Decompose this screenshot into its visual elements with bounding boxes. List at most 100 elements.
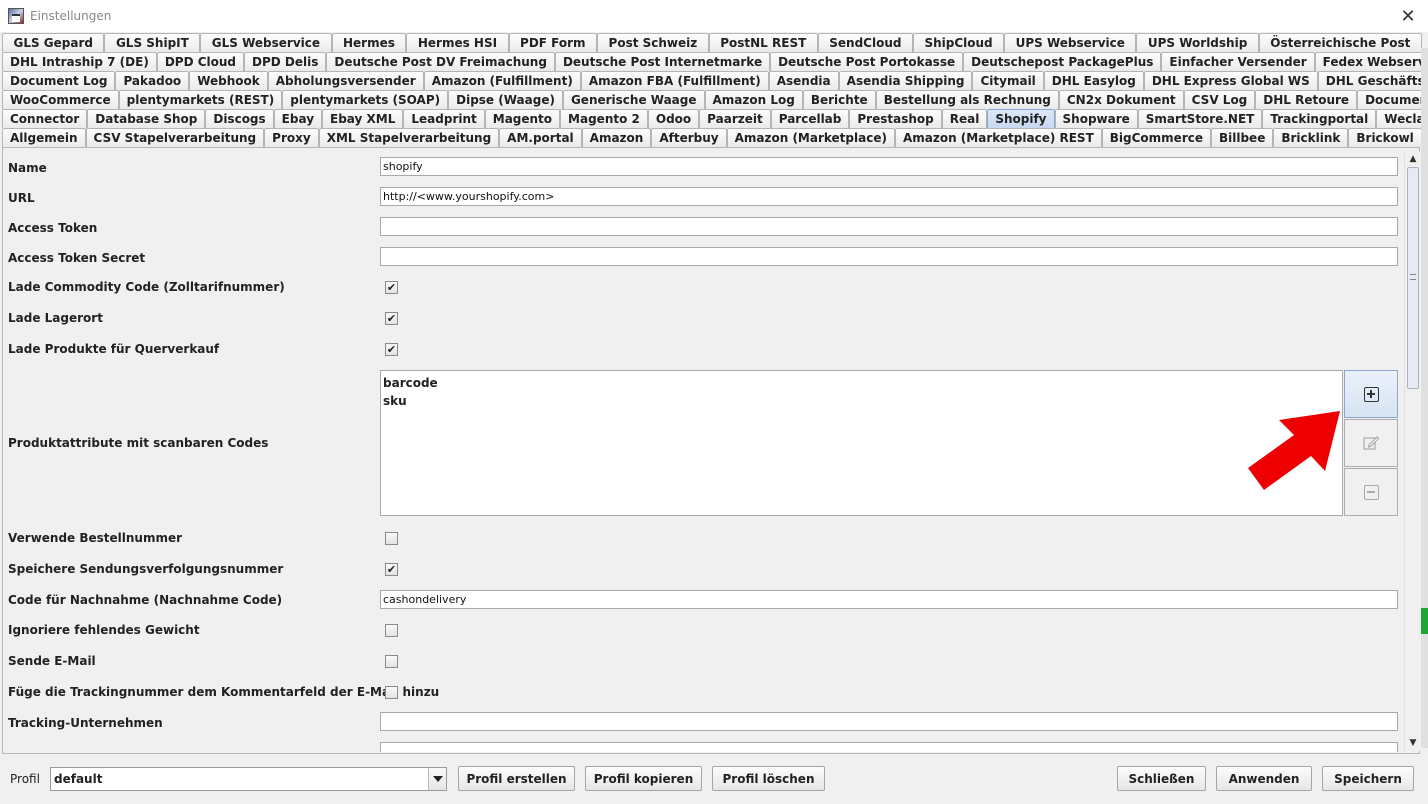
tab-dhl-easylog[interactable]: DHL Easylog [1043,71,1144,90]
tab-pdf-form[interactable]: PDF Form [508,33,598,52]
tab-csv-stapelverarbeitung[interactable]: CSV Stapelverarbeitung [85,128,265,147]
access-token-input[interactable] [380,217,1398,236]
tab-ebay-xml[interactable]: Ebay XML [322,109,404,128]
tab-fedex-webservice[interactable]: Fedex Webservice [1314,52,1422,71]
tab-amazon-fba-fulfillment[interactable]: Amazon FBA (Fulfillment) [580,71,769,90]
tab-magento[interactable]: Magento [484,109,561,128]
delete-profile-button[interactable]: Profil löschen [712,766,825,791]
tab-afterbuy[interactable]: Afterbuy [651,128,727,147]
tab-paarzeit[interactable]: Paarzeit [699,109,771,128]
tab-cn2x-dokument[interactable]: CN2x Dokument [1058,90,1184,109]
tab-allgemein[interactable]: Allgemein [2,128,86,147]
tab-einfacher-versender[interactable]: Einfacher Versender [1161,52,1315,71]
tab-generische-waage[interactable]: Generische Waage [562,90,705,109]
tab-dhl-retoure[interactable]: DHL Retoure [1255,90,1358,109]
list-item[interactable]: barcode [383,374,1340,392]
tab-dpd-delis[interactable]: DPD Delis [244,52,327,71]
tab-magento-2[interactable]: Magento 2 [560,109,648,128]
scroll-down-icon[interactable]: ▼ [1405,736,1421,750]
tab-connector[interactable]: Connector [2,109,88,128]
add-attribute-button[interactable] [1344,370,1398,418]
tab-discogs[interactable]: Discogs [205,109,274,128]
tab-shopify[interactable]: Shopify [987,109,1055,128]
tab-abholungsversender[interactable]: Abholungsversender [267,71,424,90]
tab-plentymarkets-soap[interactable]: plentymarkets (SOAP) [282,90,449,109]
tab-gls-shipit[interactable]: GLS ShipIT [104,33,201,52]
close-button[interactable]: Schließen [1117,766,1206,791]
tab-amazon-log[interactable]: Amazon Log [704,90,803,109]
tab-asendia[interactable]: Asendia [768,71,839,90]
produktattribute-list[interactable]: barcode sku [380,370,1343,516]
tab-deutsche-post-dv-freimachung[interactable]: Deutsche Post DV Freimachung [326,52,555,71]
tab-brickowl[interactable]: Brickowl [1348,128,1422,147]
list-item[interactable]: sku [383,392,1340,410]
tab-ups-webservice[interactable]: UPS Webservice [1004,33,1137,52]
tab-proxy[interactable]: Proxy [264,128,319,147]
url-input[interactable]: http://<www.yourshopify.com> [380,187,1398,206]
ignoriere-gewicht-checkbox[interactable] [385,624,398,637]
tab-deutschepost-packageplus[interactable]: Deutschepost PackagePlus [963,52,1162,71]
tab-dhl-geschäftskundenversand[interactable]: DHL Geschäftskundenversand [1317,71,1422,90]
verwende-bestellnummer-checkbox[interactable] [385,532,398,545]
tab-bestellung-als-rechnung[interactable]: Bestellung als Rechnung [875,90,1059,109]
tab-webhook[interactable]: Webhook [189,71,268,90]
chevron-down-icon[interactable] [428,768,446,790]
tab-asendia-shipping[interactable]: Asendia Shipping [838,71,973,90]
tab-billbee[interactable]: Billbee [1210,128,1274,147]
save-button[interactable]: Speichern [1322,766,1414,791]
tab-odoo[interactable]: Odoo [647,109,700,128]
nachnahme-input[interactable]: cashondelivery [380,590,1398,609]
tab-postnl-rest[interactable]: PostNL REST [708,33,818,52]
tab-smartstore-net[interactable]: SmartStore.NET [1137,109,1263,128]
tab-woocommerce[interactable]: WooCommerce [2,90,119,109]
form-scrollbar[interactable]: ▲ ▼ [1404,152,1420,751]
next-field-input[interactable] [380,742,1398,752]
tab-amazon[interactable]: Amazon [581,128,652,147]
tab-database-shop[interactable]: Database Shop [87,109,206,128]
tab-citymail[interactable]: Citymail [972,71,1044,90]
tab-prestashop[interactable]: Prestashop [849,109,942,128]
tab-shopware[interactable]: Shopware [1054,109,1138,128]
tab-real[interactable]: Real [941,109,988,128]
lade-lagerort-checkbox[interactable]: ✔ [385,312,398,325]
tab-dpd-cloud[interactable]: DPD Cloud [156,52,245,71]
tab-österreichische-post[interactable]: Österreichische Post [1258,33,1422,52]
scroll-up-icon[interactable]: ▲ [1405,152,1421,166]
lade-commodity-checkbox[interactable]: ✔ [385,281,398,294]
tab-am-portal[interactable]: AM.portal [499,128,582,147]
create-profile-button[interactable]: Profil erstellen [458,766,575,791]
tab-dhl-intraship-7-de[interactable]: DHL Intraship 7 (DE) [2,52,157,71]
tab-ups-worldship[interactable]: UPS Worldship [1136,33,1259,52]
tab-bigcommerce[interactable]: BigCommerce [1101,128,1211,147]
tab-berichte[interactable]: Berichte [802,90,876,109]
tab-plentymarkets-rest[interactable]: plentymarkets (REST) [118,90,283,109]
tab-amazon-marketplace-rest[interactable]: Amazon (Marketplace) REST [894,128,1102,147]
name-input[interactable]: shopify [380,157,1398,176]
tab-pakadoo[interactable]: Pakadoo [115,71,190,90]
tab-deutsche-post-portokasse[interactable]: Deutsche Post Portokasse [770,52,964,71]
tab-weclapp[interactable]: Weclapp [1376,109,1422,128]
speichere-sendung-checkbox[interactable]: ✔ [385,563,398,576]
tracking-unternehmen-input[interactable] [380,712,1398,731]
tab-document-log[interactable]: Document Log [2,71,116,90]
tab-ebay[interactable]: Ebay [273,109,323,128]
tab-gls-webservice[interactable]: GLS Webservice [200,33,332,52]
close-icon[interactable]: ✕ [1398,6,1418,27]
edit-attribute-button[interactable] [1344,419,1398,467]
apply-button[interactable]: Anwenden [1216,766,1312,791]
access-token-secret-input[interactable] [380,247,1398,266]
tab-amazon-marketplace[interactable]: Amazon (Marketplace) [726,128,895,147]
tab-deutsche-post-internetmarke[interactable]: Deutsche Post Internetmarke [554,52,771,71]
tab-dhl-express-global-ws[interactable]: DHL Express Global WS [1143,71,1318,90]
tab-csv-log[interactable]: CSV Log [1183,90,1256,109]
tab-amazon-fulfillment[interactable]: Amazon (Fulfillment) [423,71,581,90]
tab-parcellab[interactable]: Parcellab [770,109,850,128]
sende-email-checkbox[interactable] [385,655,398,668]
profile-select[interactable]: default [50,767,447,791]
tab-gls-gepard[interactable]: GLS Gepard [2,33,105,52]
tab-shipcloud[interactable]: ShipCloud [912,33,1005,52]
tab-hermes-hsi[interactable]: Hermes HSI [406,33,509,52]
lade-produkte-checkbox[interactable]: ✔ [385,343,398,356]
tab-bricklink[interactable]: Bricklink [1273,128,1349,147]
tab-xml-stapelverarbeitung[interactable]: XML Stapelverarbeitung [318,128,500,147]
